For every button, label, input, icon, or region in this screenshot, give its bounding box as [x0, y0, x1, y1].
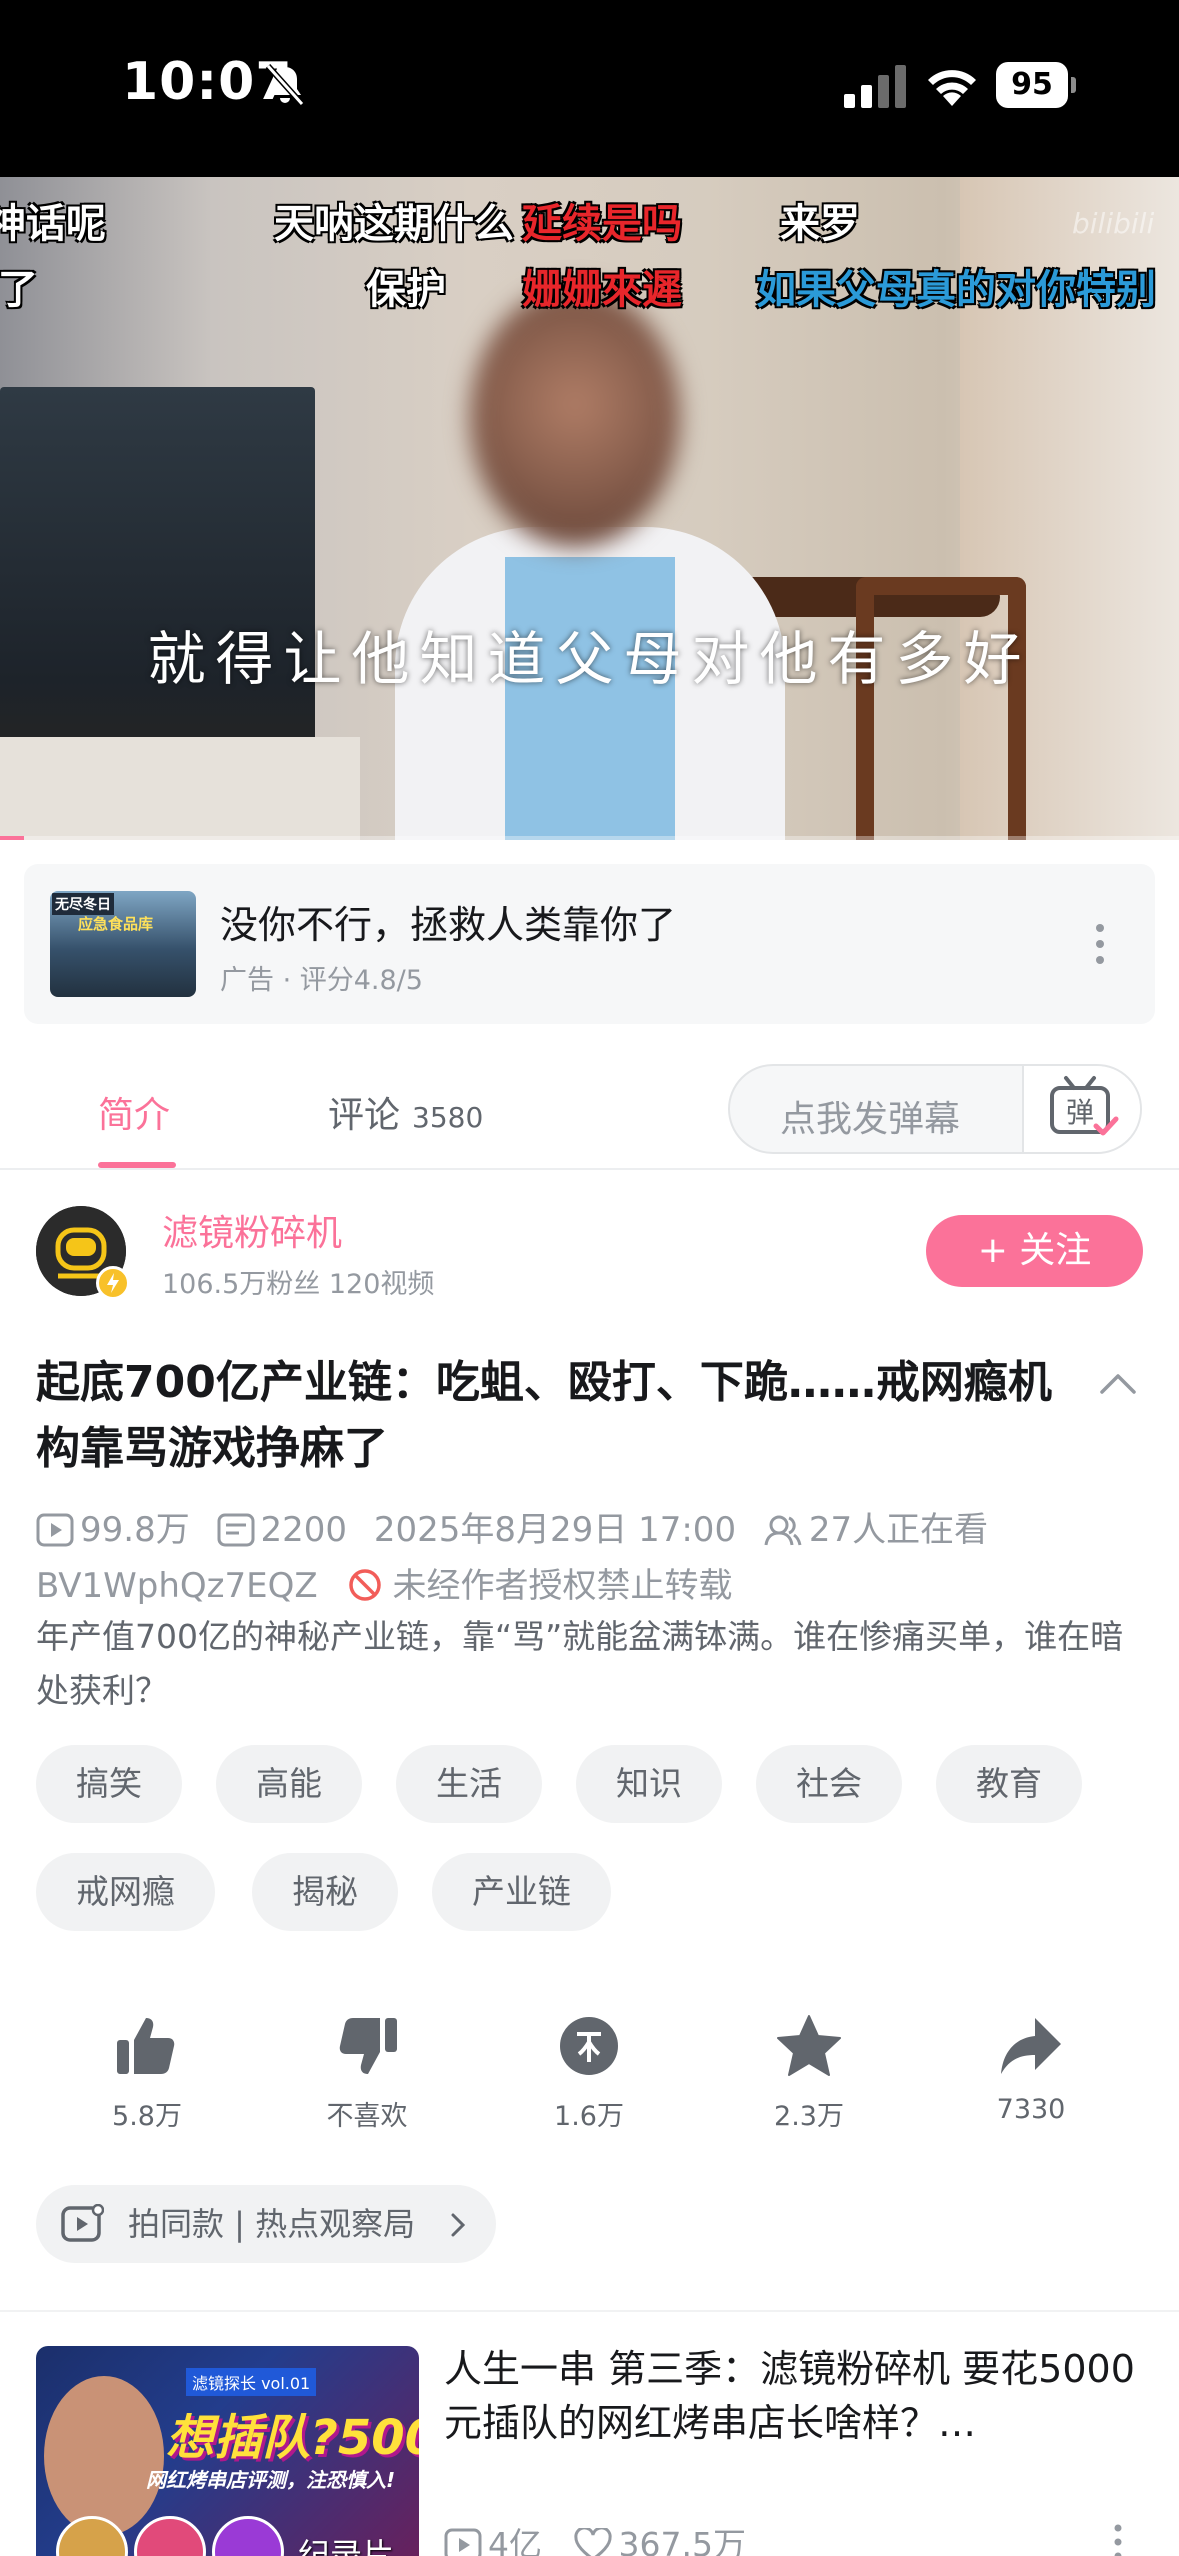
- recommended-likes: 367.5万: [618, 2525, 746, 2556]
- uploader-stats: 106.5万粉丝 120视频: [162, 1269, 435, 1300]
- danmaku-comment: 来罗: [780, 201, 860, 247]
- cellular-signal-icon: [844, 65, 906, 108]
- video-title: 起底700亿产业链：吃蛆、殴打、下跪……戒网瘾机构靠骂游戏挣麻了: [36, 1357, 1052, 1474]
- video-meta: 99.8万 2200 2025年8月29日 17:00 27人正在看: [36, 1502, 988, 1551]
- danmaku-comment: 姗姗來遲: [522, 267, 682, 313]
- like-count: 5.8万: [112, 2101, 182, 2132]
- ad-banner[interactable]: 无尽冬日 应急食品库 没你不行，拯救人类靠你了 广告 · 评分4.8/5: [24, 864, 1155, 1024]
- like-button[interactable]: 5.8万: [72, 2012, 222, 2133]
- tag-chip[interactable]: 搞笑: [36, 1745, 182, 1823]
- danmaku-comment: 延续是吗: [522, 201, 682, 247]
- uploader-name[interactable]: 滤镜粉碎机: [162, 1204, 342, 1256]
- recommended-title[interactable]: 人生一串 第三季：滤镜粉碎机 要花5000元插队的网红烤串店长啥样？…: [444, 2342, 1144, 2450]
- share-button[interactable]: 7330: [956, 2012, 1106, 2125]
- tag-chip[interactable]: 戒网瘾: [36, 1853, 215, 1931]
- recommended-meta: 4亿 367.5万: [444, 2518, 746, 2556]
- no-repost-icon: [348, 1569, 381, 1601]
- battery-indicator: 95: [996, 62, 1076, 108]
- heart-icon: [573, 2526, 612, 2556]
- danmaku-comment: 神话呢: [0, 201, 106, 247]
- ad-subtitle: 广告 · 评分4.8/5: [220, 965, 423, 996]
- tag-chip[interactable]: 知识: [576, 1745, 722, 1823]
- coin-button[interactable]: 1.6万: [514, 2012, 664, 2133]
- tab-intro[interactable]: 简介: [98, 1086, 170, 1138]
- coin-icon: [560, 2017, 618, 2075]
- video-progress-bar[interactable]: [0, 836, 1179, 840]
- tag-chip[interactable]: 生活: [396, 1745, 542, 1823]
- view-count: 99.8万: [80, 1510, 190, 1550]
- same-style-button[interactable]: 拍同款 | 热点观察局: [36, 2185, 496, 2263]
- follow-button[interactable]: + 关注: [926, 1215, 1143, 1287]
- verified-badge-icon: [96, 1266, 130, 1300]
- tag-chip[interactable]: 产业链: [432, 1853, 611, 1931]
- star-icon: [777, 2015, 841, 2076]
- bell-muted-icon: [265, 63, 305, 107]
- detail-tabbar: 简介 评论 3580 点我发弹幕 弹: [0, 1050, 1179, 1170]
- danmaku-comment: 天呐这期什么: [274, 201, 514, 247]
- tab-active-indicator: [98, 1162, 176, 1168]
- share-count: 7330: [996, 2094, 1066, 2125]
- wifi-icon: [928, 70, 976, 106]
- battery-level: 95: [996, 62, 1068, 108]
- svg-text:弹: 弹: [1066, 1096, 1094, 1129]
- tag-chip[interactable]: 高能: [216, 1745, 362, 1823]
- watching-people-icon: [764, 1515, 802, 1546]
- tag-chip[interactable]: 社会: [756, 1745, 902, 1823]
- ad-title: 没你不行，拯救人类靠你了: [220, 903, 677, 947]
- share-icon: [1001, 2018, 1061, 2074]
- danmaku-comment: 了: [0, 267, 38, 313]
- video-description: 年产值700亿的神秘产业链，靠“骂”就能盆满钵满。谁在惨痛买单，谁在暗处获利？: [36, 1617, 1124, 1710]
- more-options-icon[interactable]: [1090, 922, 1110, 966]
- watching-count: 27人正在看: [808, 1510, 989, 1550]
- thumbs-up-icon: [117, 2018, 175, 2074]
- video-record-icon: [61, 2204, 104, 2242]
- danmaku-count: 2200: [260, 1510, 348, 1550]
- danmaku-count-icon: [217, 1513, 255, 1547]
- danmaku-input[interactable]: 点我发弹幕 弹: [728, 1064, 1142, 1154]
- comment-count: 3580: [412, 1101, 484, 1134]
- same-style-label: 拍同款 | 热点观察局: [128, 2205, 416, 2243]
- danmaku-icon: 弹: [1050, 1076, 1119, 1136]
- recommended-badge: 纪录片: [298, 2536, 395, 2556]
- video-progress-fill: [0, 836, 24, 840]
- ad-thumbnail: 无尽冬日 应急食品库: [50, 891, 196, 997]
- chevron-right-icon: [451, 2213, 466, 2237]
- video-subtitle: 就得让他知道父母对他有多好: [147, 625, 1032, 693]
- video-meta-2: BV1WphQz7EQZ 未经作者授权禁止转载: [36, 1558, 733, 1607]
- danmaku-comment: 如果父母真的对你特别: [756, 267, 1156, 313]
- danmaku-input-placeholder: 点我发弹幕: [780, 1099, 961, 1140]
- thumbs-down-icon: [339, 2018, 397, 2074]
- dislike-button[interactable]: 不喜欢: [292, 2012, 442, 2133]
- video-player[interactable]: 神话呢 天呐这期什么 延续是吗 来罗 了 保护 姗姗來遲 如果父母真的对你特别 …: [0, 177, 1179, 840]
- dislike-label: 不喜欢: [326, 2101, 408, 2132]
- recommended-views: 4亿: [488, 2525, 542, 2556]
- more-options-icon[interactable]: [1108, 2522, 1128, 2556]
- tag-chip[interactable]: 教育: [936, 1745, 1082, 1823]
- chevron-up-icon[interactable]: [1098, 1368, 1138, 1396]
- play-count-icon: [36, 1513, 74, 1547]
- bilibili-watermark: bilibili: [1072, 207, 1155, 240]
- publish-date: 2025年8月29日 17:00: [373, 1510, 737, 1550]
- status-bar: 10:07 95: [0, 0, 1179, 177]
- tag-chip[interactable]: 揭秘: [252, 1853, 398, 1931]
- danmaku-comment: 保护: [366, 267, 446, 313]
- coin-count: 1.6万: [554, 2101, 624, 2132]
- danmaku-toggle-button[interactable]: 弹: [1022, 1066, 1140, 1152]
- bvid[interactable]: BV1WphQz7EQZ: [36, 1566, 318, 1606]
- tab-comments[interactable]: 评论 3580: [328, 1086, 483, 1138]
- copyright-notice: 未经作者授权禁止转载: [392, 1566, 733, 1606]
- uploader-avatar[interactable]: [36, 1206, 130, 1300]
- favorite-count: 2.3万: [774, 2101, 844, 2132]
- recommended-thumbnail[interactable]: 滤镜探长 vol.01 想插队?5000元! 网红烤串店评测，注恐慎入! 纪录片: [36, 2346, 419, 2556]
- play-count-icon: [444, 2528, 482, 2556]
- favorite-button[interactable]: 2.3万: [734, 2012, 884, 2133]
